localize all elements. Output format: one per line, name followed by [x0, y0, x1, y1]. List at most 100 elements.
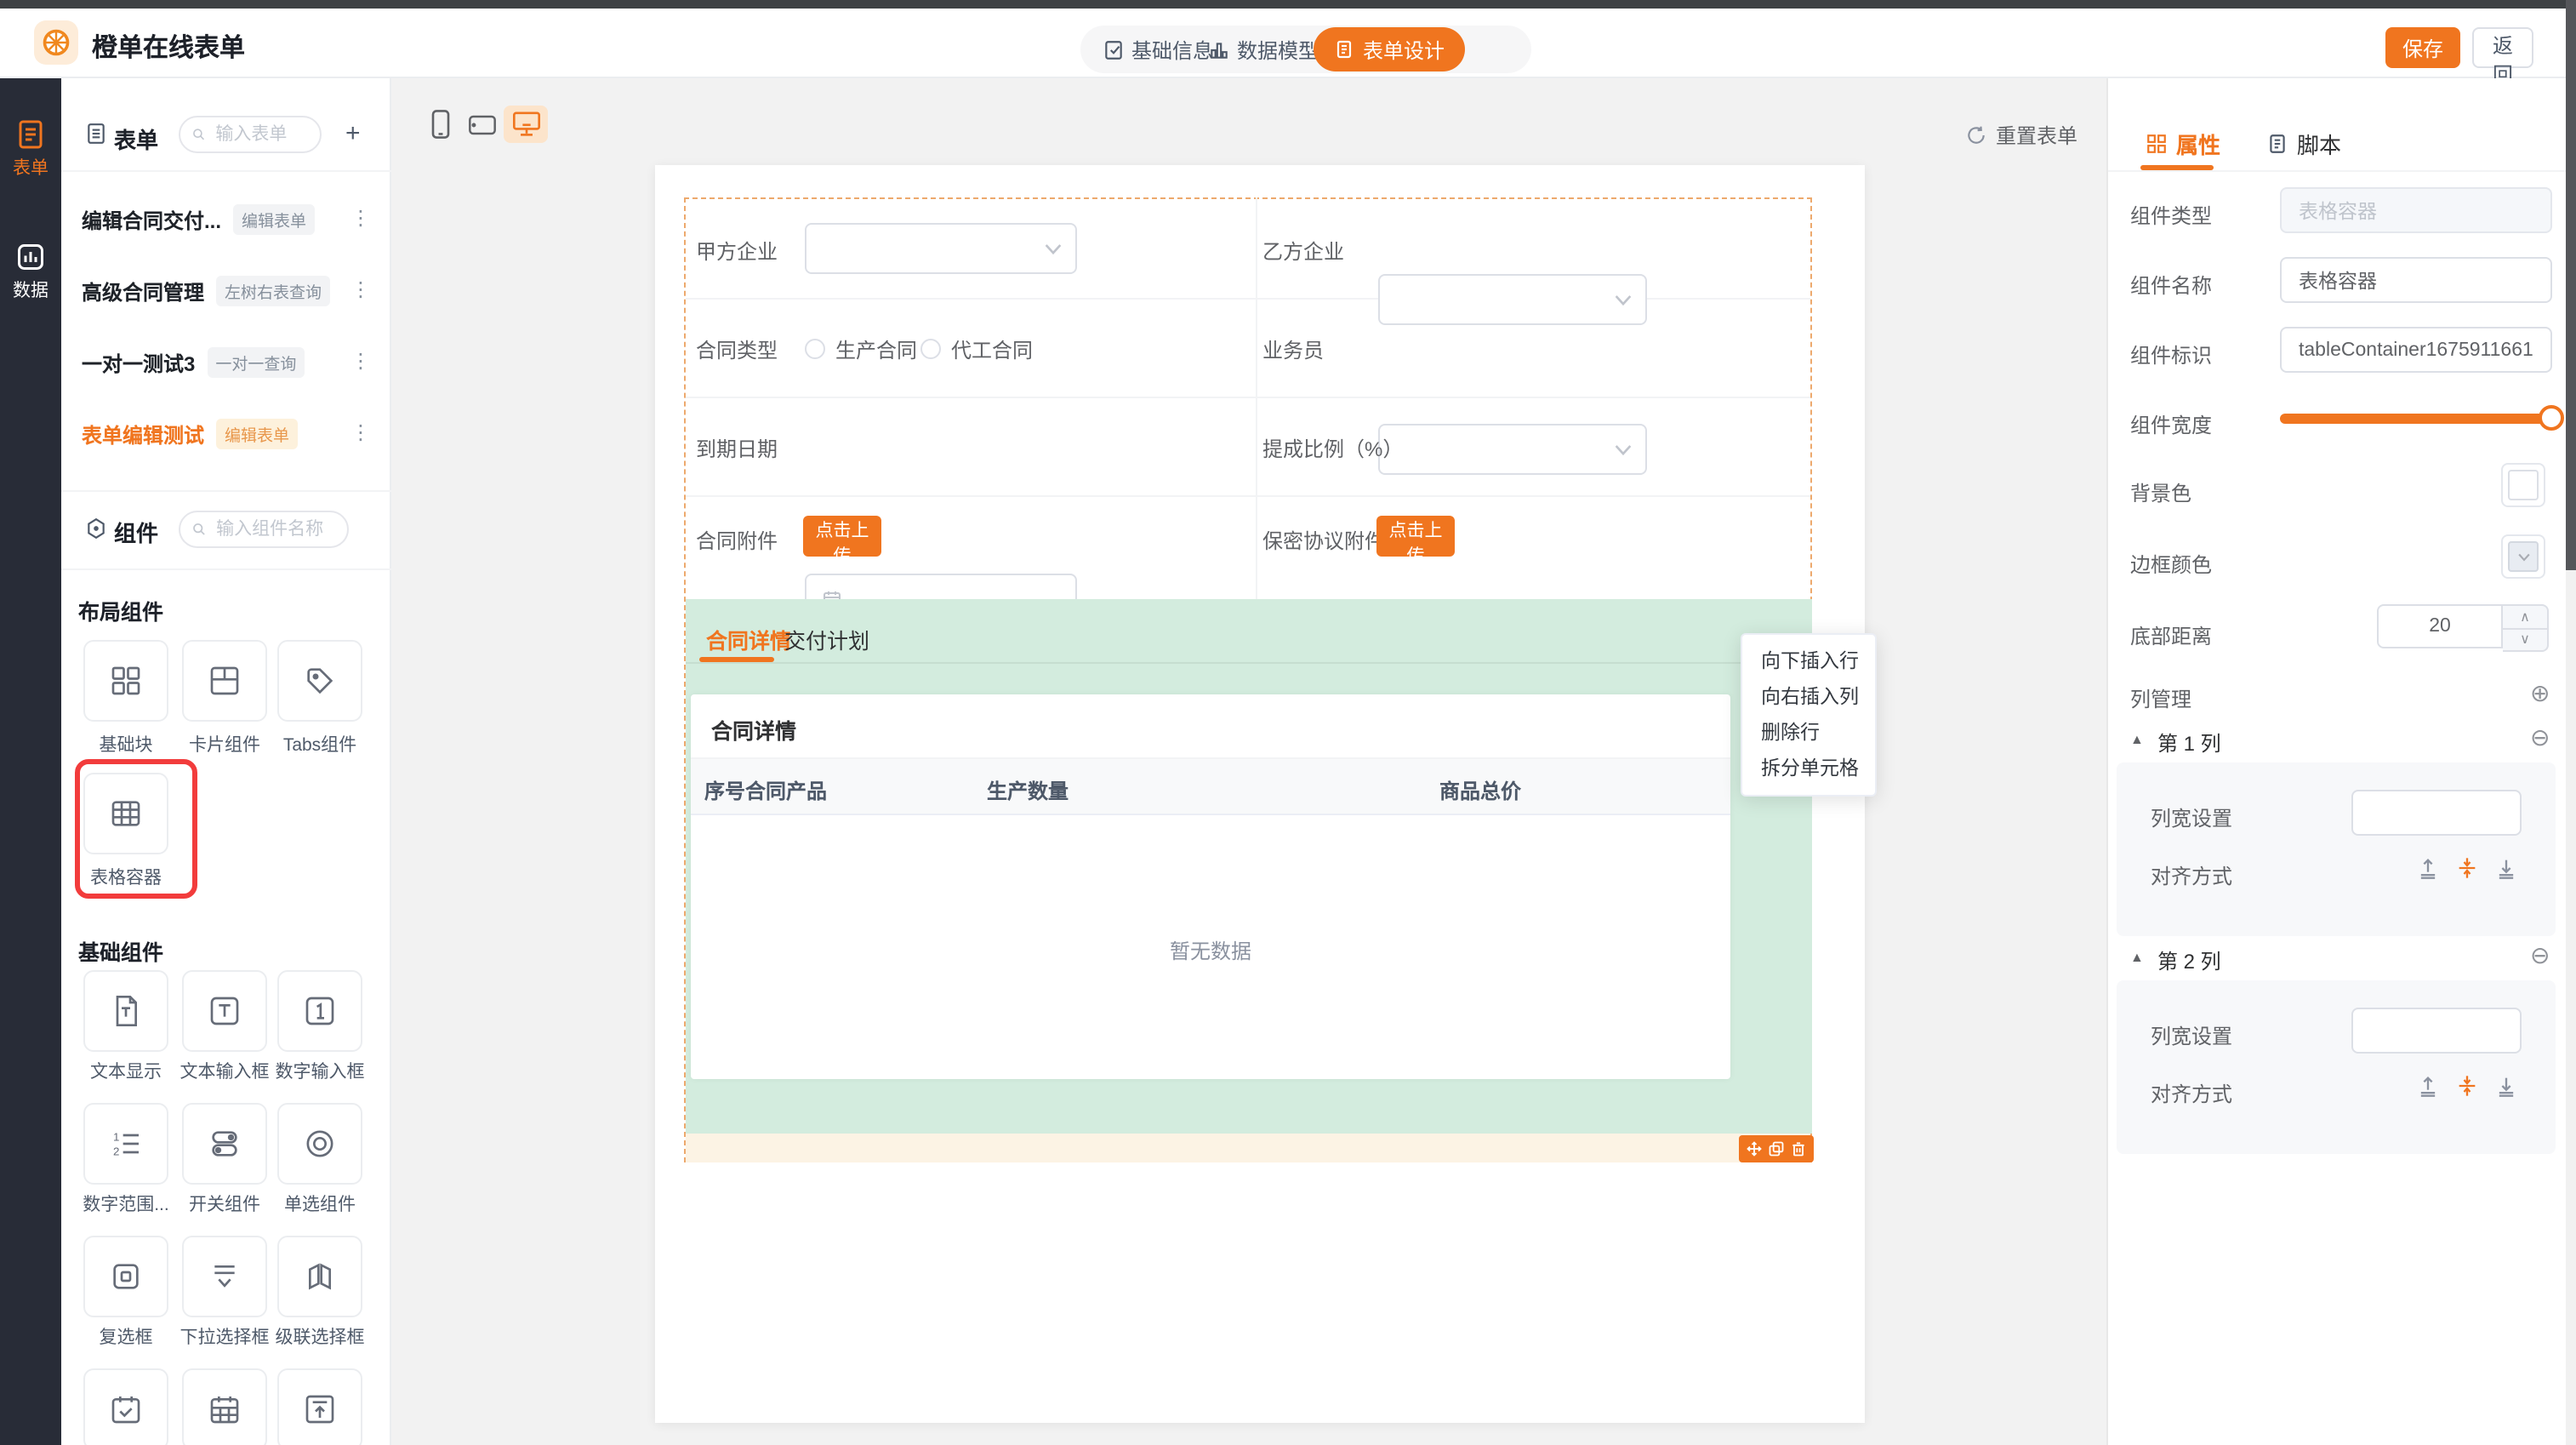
col-width-label: 列宽设置 [2151, 803, 2232, 832]
form-item-tag: 一对一查询 [207, 347, 305, 378]
components-icon [85, 517, 107, 540]
remove-column-button[interactable]: ⊖ [2530, 725, 2550, 749]
prop-id-input[interactable] [2280, 327, 2552, 373]
kebab-menu-icon[interactable]: ⋮ [350, 277, 371, 301]
component-text-display[interactable] [83, 970, 168, 1052]
nav-basic-info-label: 基础信息 [1131, 35, 1213, 64]
prop-name-input[interactable] [2280, 257, 2552, 303]
radio-label[interactable]: 代工合同 [951, 335, 1033, 364]
align-bottom-icon[interactable] [2494, 1074, 2518, 1098]
component-cascade[interactable] [277, 1236, 362, 1317]
salesman-select[interactable] [1378, 424, 1647, 475]
component-upload[interactable] [277, 1368, 362, 1445]
back-button[interactable]: 返回 [2472, 27, 2533, 68]
date-picker-icon [109, 1392, 143, 1426]
rail-item-data[interactable]: 数据 [0, 242, 61, 303]
radio-oem-contract[interactable] [920, 339, 941, 359]
col-width-input[interactable] [2351, 790, 2522, 836]
component-table-container[interactable] [83, 773, 168, 854]
add-form-button[interactable]: + [345, 121, 361, 146]
search-icon [192, 126, 205, 143]
remove-column-button[interactable]: ⊖ [2530, 943, 2550, 967]
component-label: 开关组件 [172, 1191, 277, 1217]
form-list-item[interactable]: 高级合同管理 左树右表查询 [82, 276, 330, 306]
component-text-input[interactable] [182, 970, 267, 1052]
nav-form-design[interactable]: 表单设计 [1314, 27, 1465, 71]
upload-button[interactable]: 点击上传 [1376, 516, 1455, 557]
width-slider-handle[interactable] [2539, 405, 2564, 431]
tab-properties[interactable]: 属性 [2146, 128, 2220, 160]
component-switch[interactable] [182, 1103, 267, 1185]
component-search-input[interactable] [213, 517, 335, 541]
table-header-row [691, 759, 1730, 815]
basic-group-title: 基础组件 [78, 934, 163, 967]
form-list-item-active[interactable]: 表单编辑测试 编辑表单 [82, 419, 298, 449]
align-middle-icon-active[interactable] [2455, 1074, 2479, 1098]
radio-label[interactable]: 生产合同 [835, 335, 917, 364]
form-search-input[interactable] [212, 123, 308, 146]
collapse-arrow-icon[interactable]: ▲ [2130, 950, 2144, 965]
component-label: 数字范围... [73, 1191, 179, 1217]
card-icon [208, 664, 242, 698]
nav-form-design-label: 表单设计 [1363, 35, 1445, 64]
form-search[interactable] [179, 116, 322, 153]
menu-item-insert-col-right[interactable]: 向右插入列 [1742, 681, 1875, 717]
move-icon[interactable] [1747, 1140, 1764, 1157]
col-width-input[interactable] [2351, 1008, 2522, 1054]
device-desktop-toggle[interactable] [504, 106, 548, 143]
tab-contract-detail[interactable]: 合同详情 [706, 623, 791, 655]
stepper-down-button[interactable]: ∨ [2503, 629, 2547, 650]
border-color-swatch[interactable] [2501, 534, 2545, 579]
component-basic-block[interactable] [83, 640, 168, 722]
kebab-menu-icon[interactable]: ⋮ [350, 206, 371, 230]
field-label-party-a: 甲方企业 [696, 237, 778, 266]
device-phone-toggle[interactable] [419, 106, 463, 143]
component-card[interactable] [182, 640, 267, 722]
tab-delivery-plan[interactable]: 交付计划 [784, 623, 869, 655]
bottom-margin-input[interactable] [2377, 604, 2503, 648]
kebab-menu-icon[interactable]: ⋮ [350, 349, 371, 373]
copy-icon[interactable] [1768, 1140, 1785, 1157]
align-bottom-icon[interactable] [2494, 856, 2518, 880]
save-button[interactable]: 保存 [2385, 27, 2460, 68]
form-list-item[interactable]: 编辑合同交付... 编辑表单 [82, 204, 315, 235]
component-grid-table[interactable] [182, 1368, 267, 1445]
collapse-arrow-icon[interactable]: ▲ [2130, 732, 2144, 747]
component-tabs[interactable] [277, 640, 362, 722]
bg-color-swatch[interactable] [2501, 463, 2545, 507]
kebab-menu-icon[interactable]: ⋮ [350, 420, 371, 444]
nav-data-model[interactable]: 数据模型 [1208, 26, 1319, 73]
stepper-up-button[interactable]: ∧ [2503, 606, 2547, 629]
app-root: 橙单在线表单 基础信息 数据模型 表单设计 保存 返回 表单 数据 [0, 0, 2576, 1445]
party-b-select[interactable] [1378, 274, 1647, 325]
nav-basic-info[interactable]: 基础信息 [1103, 26, 1213, 73]
col-align-label: 对齐方式 [2151, 1079, 2232, 1108]
reset-form-button[interactable]: 重置表单 [1965, 121, 2077, 150]
delete-icon[interactable] [1789, 1140, 1806, 1157]
align-middle-icon-active[interactable] [2455, 856, 2479, 880]
add-column-button[interactable]: ⊕ [2530, 681, 2550, 705]
component-search[interactable] [179, 511, 349, 548]
component-checkbox[interactable] [83, 1236, 168, 1317]
menu-item-delete-row[interactable]: 删除行 [1742, 717, 1875, 752]
align-top-icon[interactable] [2416, 856, 2440, 880]
component-number-range[interactable]: 1 2 [83, 1103, 168, 1185]
align-top-icon[interactable] [2416, 1074, 2440, 1098]
party-a-select[interactable] [805, 223, 1077, 274]
menu-item-split-cell[interactable]: 拆分单元格 [1742, 752, 1875, 788]
component-date-picker[interactable] [83, 1368, 168, 1445]
component-number-input[interactable] [277, 970, 362, 1052]
scrollbar-thumb[interactable] [2566, 0, 2576, 570]
width-slider-track[interactable] [2280, 414, 2552, 424]
rail-item-forms[interactable]: 表单 [0, 119, 61, 180]
upload-button[interactable]: 点击上传 [803, 516, 881, 557]
radio-production-contract[interactable] [805, 339, 825, 359]
forms-panel-title: 表单 [114, 123, 158, 155]
device-tablet-toggle[interactable] [459, 106, 504, 143]
form-list-item[interactable]: 一对一测试3 一对一查询 [82, 347, 305, 378]
menu-item-insert-row-below[interactable]: 向下插入行 [1742, 645, 1875, 681]
column-divider [1256, 197, 1257, 599]
component-dropdown[interactable] [182, 1236, 267, 1317]
component-radio[interactable] [277, 1103, 362, 1185]
tab-script[interactable]: 脚本 [2266, 128, 2341, 160]
